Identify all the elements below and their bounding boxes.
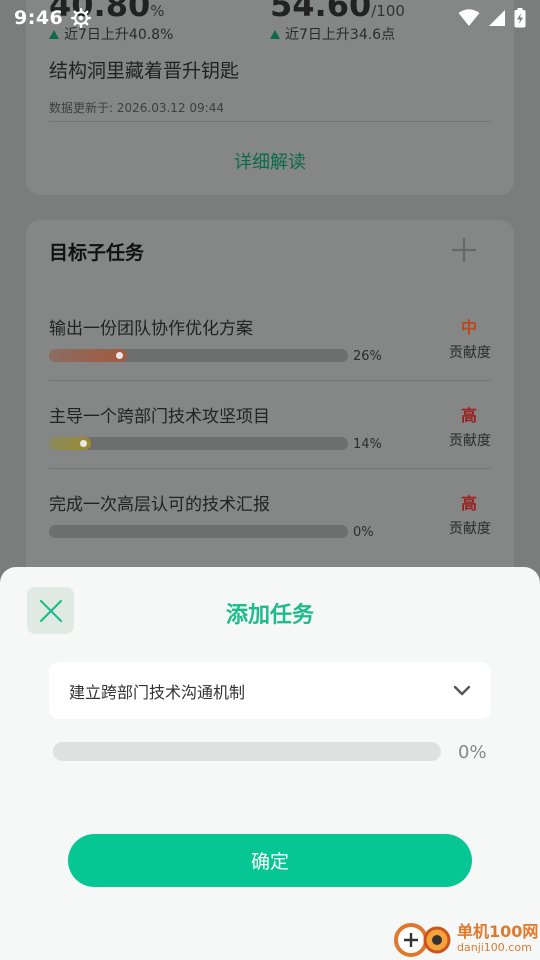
chevron-down-icon — [453, 685, 471, 695]
signal-icon — [489, 10, 505, 26]
subtask-name: 输出一份团队协作优化方案 — [49, 319, 253, 339]
task-progress-label: 0% — [458, 742, 487, 763]
battery-charging-icon — [514, 8, 526, 28]
watermark-name: 单机100网 — [457, 921, 539, 941]
subtasks-title: 目标子任务 — [49, 242, 145, 264]
add-task-sheet: 添加任务 建立跨部门技术沟通机制 0% 确定 — [0, 567, 540, 960]
task-select[interactable]: 建立跨部门技术沟通机制 — [49, 662, 491, 719]
subtask-level: 高 — [460, 494, 477, 513]
divider — [49, 121, 491, 122]
task-select-value: 建立跨部门技术沟通机制 — [69, 682, 246, 702]
task-progress-slider[interactable] — [53, 742, 441, 761]
detail-link[interactable]: 详细解读 — [0, 148, 540, 174]
subtask-contrib-label: 贡献度 — [449, 521, 491, 537]
subtask-level: 中 — [460, 318, 477, 337]
confirm-button[interactable]: 确定 — [68, 834, 472, 887]
subtask-contrib-label: 贡献度 — [449, 345, 491, 361]
subtask-progress-fill — [49, 349, 127, 362]
subtask-progress-bar — [49, 349, 348, 362]
watermark: 单机100网 danji100.com — [393, 916, 540, 960]
divider — [49, 380, 491, 381]
subtask-progress-bar — [49, 525, 348, 538]
settings-gear-icon — [71, 8, 92, 28]
updated-timestamp: 数据更新于: 2026.03.12 09:44 — [49, 101, 224, 115]
subtask-item[interactable]: 主导一个跨部门技术攻坚项目 14% 高 贡献度 — [49, 402, 491, 490]
subtask-progress-bar — [49, 437, 348, 450]
status-bar: 9:46 — [0, 0, 540, 36]
subtask-progress-label: 26% — [353, 349, 382, 364]
subtask-progress-label: 0% — [353, 525, 374, 540]
divider — [49, 468, 491, 469]
watermark-url: danji100.com — [457, 940, 532, 954]
insight-headline: 结构洞里藏着晋升钥匙 — [49, 60, 240, 82]
status-time: 9:46 — [14, 7, 64, 29]
subtask-name: 完成一次高层认可的技术汇报 — [49, 495, 270, 515]
status-icons — [458, 8, 526, 28]
add-subtask-icon[interactable] — [450, 236, 478, 264]
subtask-level: 高 — [460, 406, 477, 425]
subtask-contrib-label: 贡献度 — [449, 433, 491, 449]
subtask-item[interactable]: 输出一份团队协作优化方案 26% 中 贡献度 — [49, 314, 491, 402]
watermark-logo-icon — [394, 923, 451, 957]
wifi-icon — [458, 9, 480, 26]
subtask-progress-fill — [49, 437, 91, 450]
subtask-name: 主导一个跨部门技术攻坚项目 — [49, 407, 270, 427]
subtask-progress-label: 14% — [353, 437, 382, 452]
sheet-title: 添加任务 — [225, 603, 314, 628]
subtask-item[interactable]: 完成一次高层认可的技术汇报 0% 高 贡献度 — [49, 490, 491, 578]
